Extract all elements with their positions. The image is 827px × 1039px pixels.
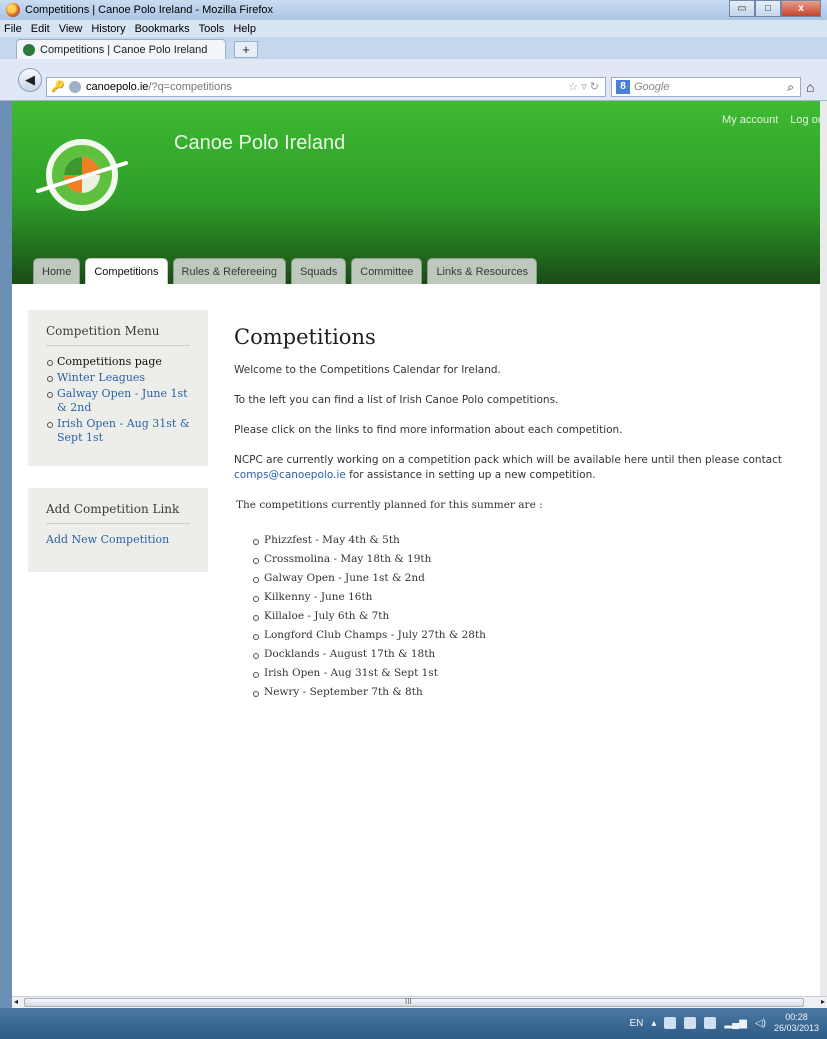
menu-item-winter-leagues: Winter Leagues — [46, 371, 190, 385]
new-tab-button[interactable]: + — [234, 41, 258, 58]
home-icon[interactable]: ⌂ — [806, 79, 814, 95]
menu-help[interactable]: Help — [233, 23, 256, 35]
competition-pack-text-end: for assistance in setting up a new compe… — [345, 469, 596, 481]
scroll-grip-icon: III — [405, 997, 412, 1006]
menu-item-competitions-page[interactable]: Competitions page — [46, 355, 190, 369]
horizontal-scrollbar[interactable]: ◂ III ▸ — [12, 996, 827, 1008]
add-competition-title: Add Competition Link — [46, 502, 190, 524]
search-placeholder: Google — [634, 81, 670, 93]
favicon-icon — [23, 43, 35, 56]
comps-email-link[interactable]: comps@canoepolo.ie — [234, 469, 346, 481]
competition-menu-list: Competitions page Winter Leagues Galway … — [46, 355, 190, 445]
search-engine-icon[interactable]: 8 — [616, 80, 630, 94]
tray-app-icon[interactable] — [664, 1017, 677, 1029]
back-arrow-icon[interactable]: ◀ — [18, 68, 42, 92]
network-icon[interactable] — [704, 1017, 717, 1029]
irish-open-link[interactable]: Irish Open - Aug 31st & Sept 1st — [57, 417, 190, 444]
vertical-scrollbar[interactable] — [820, 101, 827, 996]
clock-date: 26/03/2013 — [773, 1023, 819, 1033]
summer-competitions-list: Phizzfest - May 4th & 5th Crossmolina - … — [252, 531, 827, 702]
address-bar[interactable]: 🔑 canoepolo.ie /?q=competitions ☆ ▿ ↻ — [46, 77, 606, 97]
user-links: My account Log out — [722, 114, 827, 126]
competition-pack-paragraph: NCPC are currently working on a competit… — [234, 453, 827, 483]
signal-icon[interactable]: ▂▄▆ — [724, 1018, 746, 1029]
main-content: Competitions Welcome to the Competitions… — [234, 325, 827, 702]
competition-pack-text: NCPC are currently working on a competit… — [234, 454, 783, 466]
add-new-competition-link[interactable]: Add New Competition — [46, 533, 169, 546]
list-item: Docklands - August 17th & 18th — [252, 645, 827, 664]
site-logo[interactable] — [34, 127, 130, 223]
minimize-button[interactable]: ▭ — [729, 0, 755, 17]
navigation-toolbar: ◀ 🔑 canoepolo.ie /?q=competitions ☆ ▿ ↻ … — [0, 59, 827, 101]
list-item: Killaloe - July 6th & 7th — [252, 607, 827, 626]
menu-edit[interactable]: Edit — [31, 23, 50, 35]
tab-links-resources[interactable]: Links & Resources — [427, 258, 538, 284]
menu-file[interactable]: File — [4, 23, 22, 35]
list-item: Kilkenny - June 16th — [252, 588, 827, 607]
menu-bar: File Edit View History Bookmarks Tools H… — [0, 20, 827, 37]
clock-time: 00:28 — [785, 1012, 808, 1022]
menu-item-galway-open: Galway Open - June 1st & 2nd — [46, 387, 190, 415]
identity-key-icon[interactable]: 🔑 — [51, 80, 65, 93]
menu-item-irish-open: Irish Open - Aug 31st & Sept 1st — [46, 417, 190, 445]
tab-home[interactable]: Home — [33, 258, 81, 284]
search-bar[interactable]: 8 Google ⌕ — [611, 77, 801, 97]
list-item: Irish Open - Aug 31st & Sept 1st — [252, 664, 827, 683]
page-viewport: Canoe Polo Ireland My account Log out Ho… — [12, 101, 827, 996]
competition-menu-title: Competition Menu — [46, 324, 190, 346]
list-paragraph: To the left you can find a list of Irish… — [234, 394, 559, 406]
site-header: Canoe Polo Ireland My account Log out Ho… — [12, 101, 827, 284]
language-indicator[interactable]: EN — [630, 1018, 644, 1029]
tab-squads[interactable]: Squads — [290, 258, 347, 284]
page-title: Competitions — [234, 325, 376, 349]
list-item: Longford Club Champs - July 27th & 28th — [252, 626, 827, 645]
window-titlebar: Competitions | Canoe Polo Ireland - Mozi… — [0, 0, 827, 20]
search-icon[interactable]: ⌕ — [787, 80, 794, 95]
scroll-left-icon[interactable]: ◂ — [14, 997, 18, 1006]
links-paragraph: Please click on the links to find more i… — [234, 424, 623, 436]
competition-menu-block: Competition Menu Competitions page Winte… — [28, 310, 208, 466]
globe-icon — [69, 81, 81, 93]
window-title: Competitions | Canoe Polo Ireland - Mozi… — [25, 4, 274, 16]
url-domain: canoepolo.ie — [86, 81, 149, 93]
volume-icon[interactable]: ◁) — [755, 1018, 766, 1029]
menu-history[interactable]: History — [91, 23, 125, 35]
galway-open-link[interactable]: Galway Open - June 1st & 2nd — [57, 387, 188, 414]
list-item: Galway Open - June 1st & 2nd — [252, 569, 827, 588]
maximize-button[interactable]: □ — [755, 0, 781, 17]
window-controls: ▭ □ x — [729, 0, 821, 17]
flag-icon[interactable] — [684, 1017, 697, 1029]
primary-navigation: Home Competitions Rules & Refereeing Squ… — [33, 258, 538, 284]
clock[interactable]: 00:28 26/03/2013 — [774, 1012, 819, 1034]
add-competition-block: Add Competition Link Add New Competition — [28, 488, 208, 572]
show-hidden-icons-icon[interactable]: ▴ — [651, 1018, 656, 1029]
close-button[interactable]: x — [781, 0, 821, 17]
browser-tab-active[interactable]: Competitions | Canoe Polo Ireland — [16, 39, 226, 59]
tab-rules-refereeing[interactable]: Rules & Refereeing — [172, 258, 286, 284]
my-account-link[interactable]: My account — [722, 114, 778, 126]
bookmark-star-icon[interactable]: ☆ ▿ ↻ — [568, 80, 599, 93]
url-path: /?q=competitions — [148, 81, 232, 93]
tab-committee[interactable]: Committee — [351, 258, 423, 284]
windows-taskbar: EN ▴ ▂▄▆ ◁) 00:28 26/03/2013 — [0, 1008, 827, 1039]
summer-intro: The competitions currently planned for t… — [236, 499, 543, 511]
scroll-right-icon[interactable]: ▸ — [821, 997, 825, 1006]
tab-competitions[interactable]: Competitions — [85, 258, 168, 284]
browser-tab-title: Competitions | Canoe Polo Ireland — [40, 43, 208, 56]
menu-tools[interactable]: Tools — [199, 23, 225, 35]
intro-paragraph: Welcome to the Competitions Calendar for… — [234, 364, 501, 376]
site-title[interactable]: Canoe Polo Ireland — [174, 132, 345, 155]
menu-bookmarks[interactable]: Bookmarks — [135, 23, 190, 35]
system-tray: EN ▴ ▂▄▆ ◁) 00:28 26/03/2013 — [630, 1012, 819, 1034]
list-item: Crossmolina - May 18th & 19th — [252, 550, 827, 569]
firefox-icon — [6, 3, 20, 17]
winter-leagues-link[interactable]: Winter Leagues — [57, 371, 145, 384]
horizontal-scroll-thumb[interactable] — [24, 998, 804, 1007]
menu-view[interactable]: View — [59, 23, 83, 35]
browser-tab-strip: Competitions | Canoe Polo Ireland + — [0, 37, 827, 59]
list-item: Newry - September 7th & 8th — [252, 683, 827, 702]
list-item: Phizzfest - May 4th & 5th — [252, 531, 827, 550]
